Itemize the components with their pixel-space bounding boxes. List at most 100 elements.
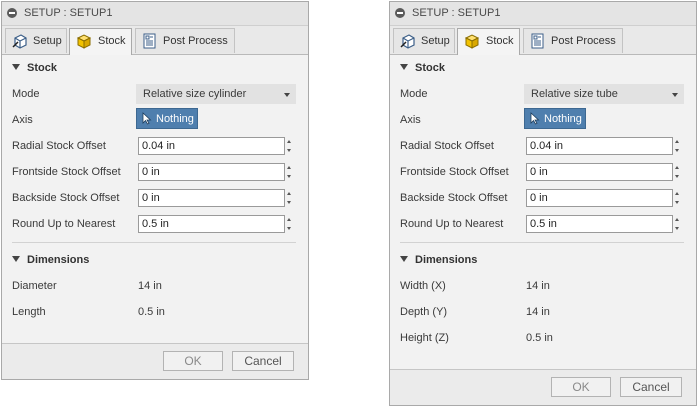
spin-up-icon[interactable]	[287, 218, 291, 221]
collapse-icon[interactable]	[7, 8, 17, 18]
frontside-stock-offset-input[interactable]: 0 in	[138, 163, 285, 181]
dimension-label: Length	[12, 306, 46, 318]
dialog-footer: OK Cancel	[2, 343, 308, 379]
spin-up-icon[interactable]	[287, 192, 291, 195]
backside-stock-offset-input[interactable]: 0 in	[526, 189, 673, 207]
dimension-value: 14 in	[526, 280, 550, 292]
tab-stock[interactable]: Stock	[69, 28, 132, 55]
field-label: Round Up to Nearest	[400, 218, 504, 230]
spin-up-icon[interactable]	[675, 218, 679, 221]
dimension-value: 0.5 in	[138, 306, 165, 318]
ok-button[interactable]: OK	[551, 377, 611, 397]
backside-stock-offset-input[interactable]: 0 in	[138, 189, 285, 207]
title-bar[interactable]: SETUP : SETUP1	[390, 2, 696, 26]
axis-select-button[interactable]: Nothing	[524, 108, 586, 129]
round-up-spinner[interactable]	[674, 215, 682, 233]
dimension-value: 14 in	[138, 280, 162, 292]
collapse-triangle-icon[interactable]	[400, 64, 408, 70]
cursor-arrow-icon	[530, 112, 540, 125]
tab-label: Post Process	[551, 35, 616, 47]
mode-dropdown[interactable]: Relative size tube	[524, 84, 684, 104]
cursor-arrow-icon	[142, 112, 152, 125]
tab-label: Setup	[33, 35, 62, 47]
spin-down-icon[interactable]	[675, 175, 679, 178]
mode-label: Mode	[400, 88, 428, 100]
radial-stock-offset-spinner[interactable]	[674, 137, 682, 155]
dimension-label: Width (X)	[400, 280, 446, 292]
axis-select-button[interactable]: Nothing	[136, 108, 198, 129]
tab-label: Stock	[98, 35, 126, 47]
stock-section-header[interactable]: Stock	[400, 62, 445, 74]
stock-section-header[interactable]: Stock	[12, 62, 57, 74]
radial-stock-offset-input[interactable]: 0.04 in	[138, 137, 285, 155]
spin-up-icon[interactable]	[287, 166, 291, 169]
field-value: 0.5 in	[142, 218, 169, 230]
cancel-button[interactable]: Cancel	[620, 377, 682, 397]
dimension-label: Height (Z)	[400, 332, 449, 344]
section-title: Dimensions	[415, 254, 478, 266]
setup-icon	[400, 34, 415, 49]
round-up-input[interactable]: 0.5 in	[526, 215, 673, 233]
section-title: Dimensions	[27, 254, 90, 266]
post-process-icon	[143, 33, 156, 49]
spin-up-icon[interactable]	[675, 140, 679, 143]
field-label: Backside Stock Offset	[400, 192, 508, 204]
frontside-stock-offset-input[interactable]: 0 in	[526, 163, 673, 181]
mode-value: Relative size tube	[531, 88, 618, 100]
radial-stock-offset-spinner[interactable]	[286, 137, 294, 155]
tab-setup[interactable]: Setup	[393, 28, 455, 53]
spin-up-icon[interactable]	[675, 192, 679, 195]
cancel-button[interactable]: Cancel	[232, 351, 294, 371]
setup-dialog-cylinder: SETUP : SETUP1 Setup Stock Post Process …	[1, 1, 309, 380]
field-value: 0.5 in	[530, 218, 557, 230]
chevron-down-icon	[284, 93, 290, 97]
dimensions-section-header[interactable]: Dimensions	[12, 254, 89, 266]
tab-bar: Setup Stock Post Process	[2, 26, 308, 55]
collapse-triangle-icon[interactable]	[12, 256, 20, 262]
tab-post-process[interactable]: Post Process	[135, 28, 235, 53]
field-value: 0 in	[142, 192, 160, 204]
axis-label: Axis	[12, 114, 33, 126]
spin-up-icon[interactable]	[287, 140, 291, 143]
backside-stock-offset-spinner[interactable]	[286, 189, 294, 207]
spin-down-icon[interactable]	[287, 227, 291, 230]
collapse-triangle-icon[interactable]	[400, 256, 408, 262]
tab-post-process[interactable]: Post Process	[523, 28, 623, 53]
round-up-input[interactable]: 0.5 in	[138, 215, 285, 233]
dimension-label: Diameter	[12, 280, 57, 292]
tab-stock[interactable]: Stock	[457, 28, 520, 55]
dialog-title: SETUP : SETUP1	[412, 7, 501, 19]
dimension-label: Depth (Y)	[400, 306, 448, 318]
setup-dialog-tube: SETUP : SETUP1 Setup Stock Post Process …	[389, 1, 697, 406]
collapse-icon[interactable]	[395, 8, 405, 18]
title-bar[interactable]: SETUP : SETUP1	[2, 2, 308, 26]
dimension-value: 14 in	[526, 306, 550, 318]
field-value: 0.04 in	[530, 140, 564, 152]
spin-down-icon[interactable]	[675, 201, 679, 204]
chevron-down-icon	[672, 93, 678, 97]
spin-down-icon[interactable]	[287, 175, 291, 178]
spin-down-icon[interactable]	[287, 201, 291, 204]
mode-dropdown[interactable]: Relative size cylinder	[136, 84, 296, 104]
mode-label: Mode	[12, 88, 40, 100]
section-title: Stock	[415, 62, 445, 74]
field-label: Round Up to Nearest	[12, 218, 116, 230]
axis-button-label: Nothing	[156, 113, 194, 125]
tab-setup[interactable]: Setup	[5, 28, 67, 53]
tab-label: Stock	[486, 35, 514, 47]
collapse-triangle-icon[interactable]	[12, 64, 20, 70]
ok-button[interactable]: OK	[163, 351, 223, 371]
frontside-stock-offset-spinner[interactable]	[674, 163, 682, 181]
dimensions-section-header[interactable]: Dimensions	[400, 254, 477, 266]
spin-up-icon[interactable]	[675, 166, 679, 169]
spin-down-icon[interactable]	[675, 227, 679, 230]
round-up-spinner[interactable]	[286, 215, 294, 233]
spin-down-icon[interactable]	[287, 149, 291, 152]
backside-stock-offset-spinner[interactable]	[674, 189, 682, 207]
tab-label: Post Process	[163, 35, 228, 47]
section-divider	[400, 242, 684, 243]
frontside-stock-offset-spinner[interactable]	[286, 163, 294, 181]
spin-down-icon[interactable]	[675, 149, 679, 152]
post-process-icon	[531, 33, 544, 49]
radial-stock-offset-input[interactable]: 0.04 in	[526, 137, 673, 155]
